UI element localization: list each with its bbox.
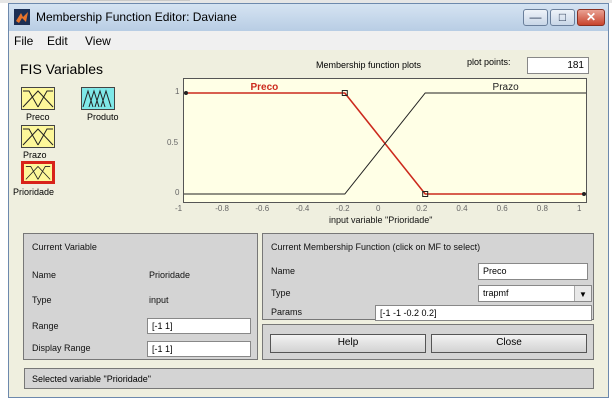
var-box-preco[interactable] bbox=[21, 87, 55, 110]
mf-plot-svg: Preco Prazo bbox=[184, 82, 586, 197]
var-type-label: Type bbox=[32, 295, 52, 305]
menu-bar: File Edit View bbox=[9, 31, 608, 50]
mf-type-value: trapmf bbox=[483, 288, 509, 298]
x-tick-label: 0.6 bbox=[496, 204, 508, 213]
mf-editor-window: Membership Function Editor: Daviane — □ … bbox=[8, 3, 609, 398]
menu-file[interactable]: File bbox=[14, 34, 33, 48]
button-panel: Help Close bbox=[262, 324, 594, 360]
output-mf-icon bbox=[82, 89, 112, 108]
menu-edit[interactable]: Edit bbox=[47, 34, 68, 48]
x-tick-label: -0.8 bbox=[215, 204, 229, 213]
y-tick-label: 0 bbox=[175, 188, 180, 197]
maximize-button[interactable]: □ bbox=[550, 9, 575, 26]
status-bar: Selected variable "Prioridade" bbox=[24, 368, 594, 389]
x-tick-label: 0 bbox=[376, 204, 381, 213]
x-tick-label: -0.4 bbox=[295, 204, 310, 213]
var-box-produto[interactable] bbox=[81, 87, 115, 110]
close-window-button[interactable]: ✕ bbox=[577, 9, 605, 26]
x-tick-label: 0.8 bbox=[536, 204, 548, 213]
display-range-label: Display Range bbox=[32, 343, 91, 353]
mf-end-marker-1 bbox=[582, 192, 586, 196]
plot-points-label: plot points: bbox=[467, 57, 511, 67]
plot-points-input[interactable]: 181 bbox=[527, 57, 589, 74]
current-variable-panel: Current Variable Name Prioridade Type in… bbox=[23, 233, 258, 360]
chevron-down-icon[interactable]: ▼ bbox=[574, 286, 591, 301]
input-mf-icon bbox=[25, 165, 51, 180]
mf-name-label: Name bbox=[271, 266, 296, 276]
close-button[interactable]: Close bbox=[431, 334, 587, 353]
editor-client-area: FIS Variables Preco Produto Prazo Priori… bbox=[9, 50, 608, 397]
matlab-logo-icon bbox=[14, 9, 30, 25]
var-box-prazo[interactable] bbox=[21, 125, 55, 148]
input-mf-icon bbox=[22, 128, 54, 146]
y-tick-label: 0.5 bbox=[167, 137, 179, 147]
plot-header-title: Membership function plots bbox=[316, 60, 422, 70]
window-title: Membership Function Editor: Daviane bbox=[36, 10, 237, 24]
current-variable-heading: Current Variable bbox=[32, 242, 97, 252]
background-strip-block bbox=[70, 0, 190, 1]
mf-params-label: Params bbox=[271, 307, 303, 317]
var-label-prioridade: Prioridade bbox=[13, 187, 55, 197]
range-field[interactable]: [-1 1] bbox=[147, 318, 251, 334]
mf-plot-area[interactable]: Preco Prazo bbox=[183, 78, 587, 203]
var-name-value: Prioridade bbox=[149, 270, 191, 280]
fis-variables-heading: FIS Variables bbox=[20, 61, 103, 77]
x-axis-label: input variable "Prioridade" bbox=[329, 215, 433, 225]
mf-type-label: Type bbox=[271, 288, 291, 298]
range-label: Range bbox=[32, 321, 59, 331]
x-tick-label: -0.2 bbox=[335, 204, 350, 213]
mf-curve-prazo[interactable] bbox=[184, 92, 586, 195]
mf-type-dropdown[interactable]: trapmf ▼ bbox=[478, 285, 592, 302]
minimize-button[interactable]: — bbox=[523, 9, 548, 26]
var-name-label: Name bbox=[32, 270, 57, 280]
input-mf-icon bbox=[22, 90, 54, 108]
mf-label-preco[interactable]: Preco bbox=[251, 82, 279, 93]
mf-params-field[interactable]: [-1 -1 -0.2 0.2] bbox=[375, 305, 592, 321]
x-tick-label: -0.6 bbox=[255, 204, 270, 213]
menu-view[interactable]: View bbox=[85, 34, 111, 48]
var-label-prazo: Prazo bbox=[23, 150, 47, 160]
current-mf-heading: Current Membership Function (click on MF… bbox=[271, 242, 481, 252]
current-mf-panel: Current Membership Function (click on MF… bbox=[262, 233, 594, 321]
mf-name-field[interactable]: Preco bbox=[478, 263, 588, 280]
var-label-preco: Preco bbox=[26, 112, 50, 122]
var-box-prioridade[interactable] bbox=[21, 161, 55, 184]
x-tick-label: -1 bbox=[175, 204, 183, 213]
mf-end-marker-0 bbox=[184, 91, 188, 95]
display-range-field[interactable]: [-1 1] bbox=[147, 341, 251, 357]
x-tick-label: 0.4 bbox=[456, 204, 468, 213]
var-label-produto: Produto bbox=[87, 112, 119, 122]
mf-label-prazo[interactable]: Prazo bbox=[493, 82, 520, 93]
x-tick-label: 0.2 bbox=[416, 204, 428, 213]
title-bar: Membership Function Editor: Daviane — □ … bbox=[9, 4, 608, 31]
var-type-value: input bbox=[149, 295, 169, 305]
y-tick-label: 1 bbox=[175, 87, 180, 96]
help-button[interactable]: Help bbox=[270, 334, 426, 353]
x-tick-label: 1 bbox=[577, 204, 582, 213]
